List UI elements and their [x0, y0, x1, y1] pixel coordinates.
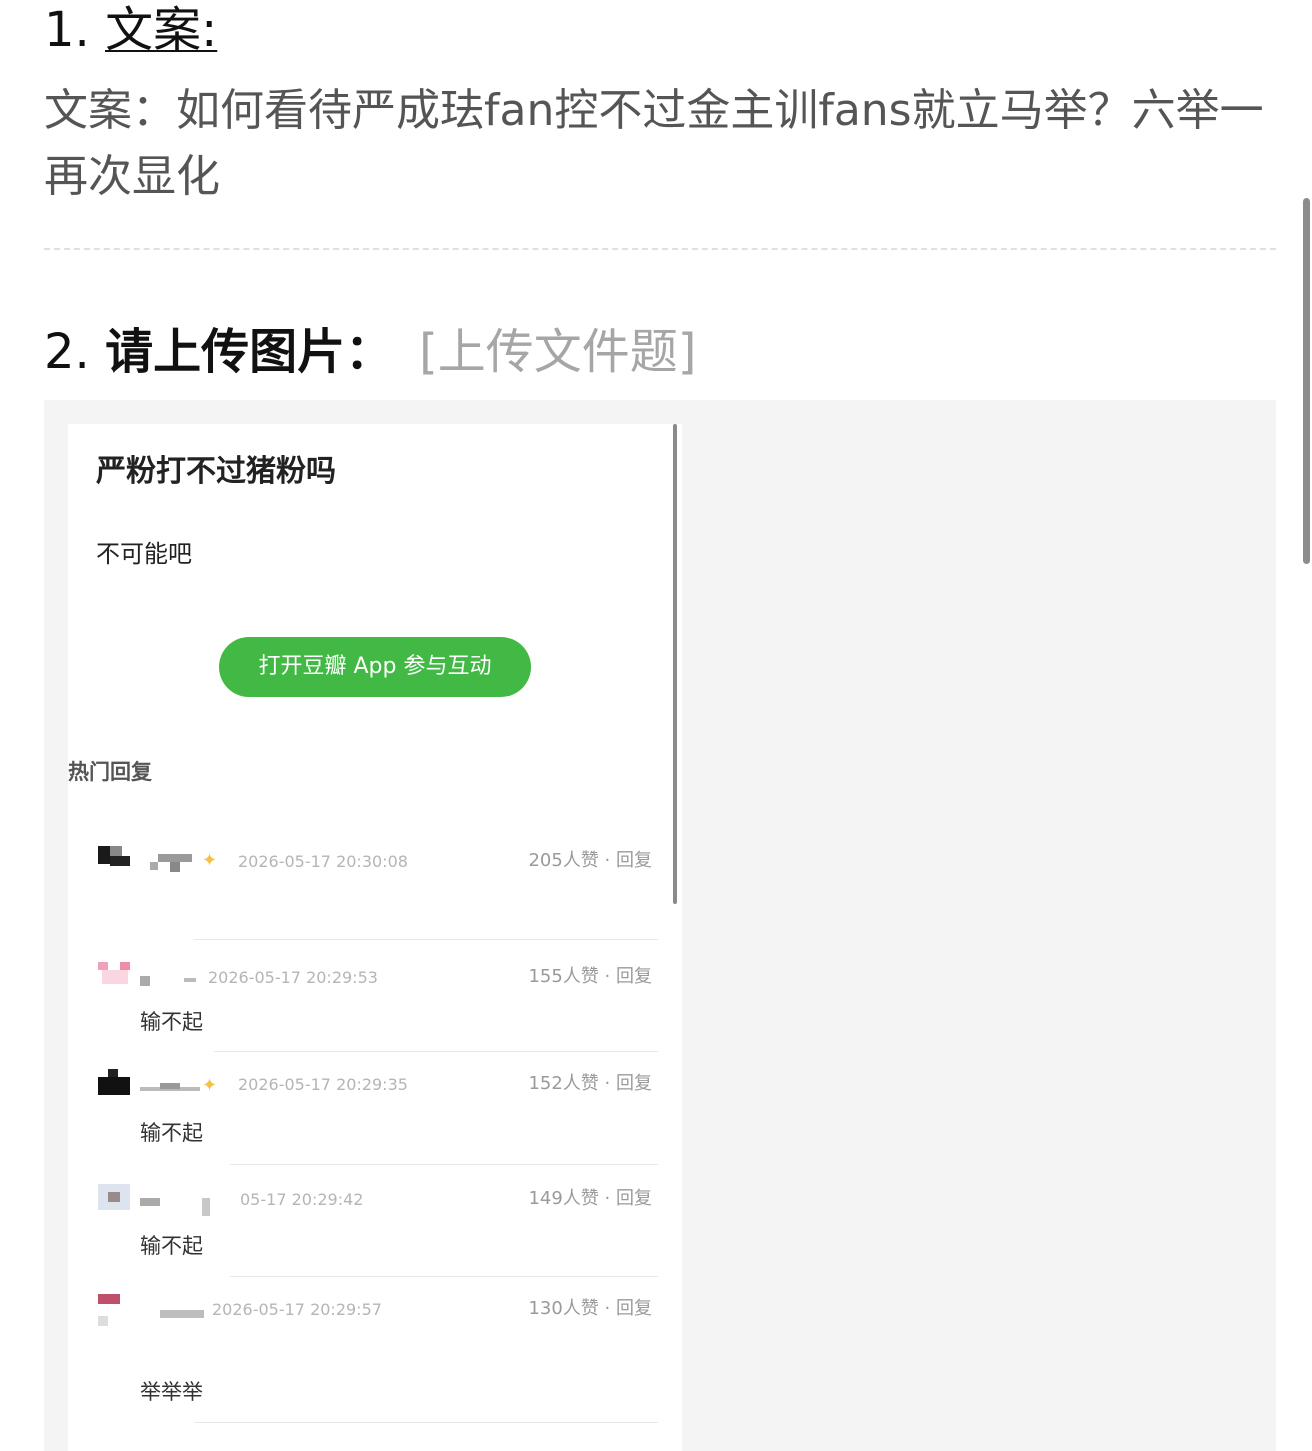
avatar — [98, 1294, 132, 1328]
comment-likes[interactable]: 130人赞 · 回复 — [528, 1294, 652, 1320]
comment-separator — [214, 1051, 658, 1052]
open-app-button[interactable]: 打开豆瓣 App 参与互动 — [219, 637, 531, 697]
username-blurred — [140, 1192, 210, 1216]
comment-separator — [230, 1164, 658, 1165]
comment-text: 输不起 — [140, 1234, 203, 1258]
comment-time: 2026-05-17 20:30:08 — [238, 852, 408, 871]
comment-likes[interactable]: 155人赞 · 回复 — [528, 962, 652, 988]
question-1-label: 文案: — [105, 2, 218, 58]
page-scrollbar[interactable] — [1303, 198, 1310, 564]
comment-time: 2026-05-17 20:29:35 — [238, 1075, 408, 1094]
question-1-title: 1. 文案: — [44, 0, 217, 60]
question-1-answer: 文案：如何看待严成珐fan控不过金主训fans就立马举？六举一再次显化 — [44, 85, 1264, 202]
comment-likes[interactable]: 205人赞 · 回复 — [528, 846, 652, 872]
avatar — [98, 1184, 132, 1218]
comment-time: 2026-05-17 20:29:57 — [212, 1300, 382, 1319]
question-1-number: 1. — [44, 2, 90, 58]
comment-text: 输不起 — [140, 1010, 203, 1034]
username-blurred — [140, 1077, 200, 1095]
comment-likes[interactable]: 152人赞 · 回复 — [528, 1069, 652, 1095]
hot-replies-label: 热门回复 — [68, 760, 152, 784]
comment-text: 举举举 — [140, 1380, 203, 1404]
sparkle-icon: ✦ — [202, 1075, 218, 1096]
uploaded-screenshot[interactable]: 严粉打不过猪粉吗 不可能吧 打开豆瓣 App 参与互动 热门回复 ✦ 2026-… — [68, 424, 682, 1451]
section-divider — [44, 248, 1276, 250]
post-title: 严粉打不过猪粉吗 — [96, 454, 336, 489]
avatar — [98, 962, 132, 996]
question-2-label: 请上传图片： — [105, 324, 394, 380]
comment-likes[interactable]: 149人赞 · 回复 — [528, 1184, 652, 1210]
comment-separator — [194, 1422, 658, 1423]
avatar — [98, 846, 132, 880]
comment-separator — [230, 1276, 658, 1277]
avatar — [98, 1069, 132, 1103]
post-body: 不可能吧 — [96, 540, 192, 568]
comment-text: 输不起 — [140, 1121, 203, 1145]
username-blurred — [160, 1302, 204, 1320]
screenshot-scrollbar — [673, 424, 677, 904]
username-blurred — [140, 970, 196, 988]
sparkle-icon: ✦ — [202, 850, 218, 871]
comment-time: 05-17 20:29:42 — [240, 1190, 364, 1209]
comment-time: 2026-05-17 20:29:53 — [208, 968, 378, 987]
username-blurred — [150, 854, 192, 872]
question-2-title: 2. 请上传图片： [上传文件题] — [44, 320, 697, 384]
comment-separator — [194, 939, 658, 940]
question-type-tag: [上传文件题] — [419, 324, 697, 380]
question-2-number: 2. — [44, 324, 90, 380]
